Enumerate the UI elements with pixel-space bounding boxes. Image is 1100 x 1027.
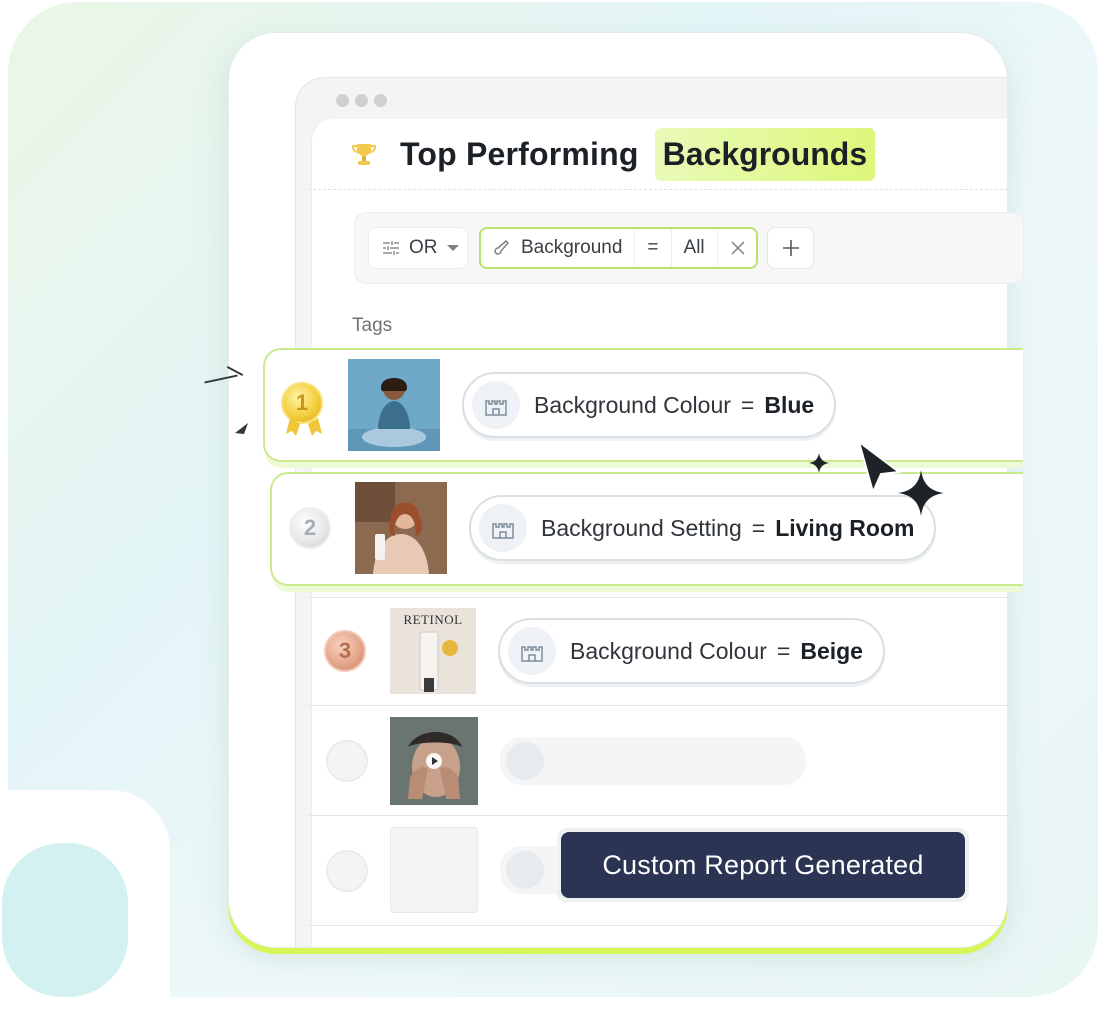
window-dot[interactable] <box>374 94 387 107</box>
close-icon <box>731 241 745 255</box>
tag-operator: = <box>740 391 755 418</box>
background-pill-decoration <box>2 843 128 997</box>
sparkle-small-icon <box>809 453 829 473</box>
tag-operator: = <box>776 637 791 664</box>
thumbnail-video[interactable] <box>390 717 478 805</box>
row-divider <box>308 925 1008 926</box>
loading-skeleton-dot <box>506 851 544 889</box>
tag-name: Background Colour <box>570 637 767 664</box>
rank-number: 2 <box>303 515 317 540</box>
play-icon[interactable] <box>426 753 442 769</box>
tag-value: Beige <box>800 637 863 664</box>
loading-skeleton-dot <box>506 742 544 780</box>
window-dot[interactable] <box>355 94 368 107</box>
logic-label: OR <box>409 237 438 258</box>
paintbrush-icon <box>494 239 510 255</box>
castle-icon <box>472 381 520 429</box>
rank-number: 3 <box>338 638 352 663</box>
filter-operator[interactable]: = <box>635 229 672 267</box>
window-dot[interactable] <box>336 94 349 107</box>
title-text: Top Performing <box>400 135 639 172</box>
row-divider <box>308 815 1008 816</box>
chevron-down-icon <box>446 245 459 251</box>
remove-filter-button[interactable] <box>718 229 758 267</box>
sliders-icon <box>383 241 399 255</box>
filter-field[interactable]: Background <box>481 229 636 267</box>
thumbnail-retinol-product[interactable]: RETINOL <box>390 608 476 694</box>
add-filter-button[interactable] <box>767 227 814 269</box>
tag-operator: = <box>751 514 766 541</box>
loading-skeleton <box>500 737 806 785</box>
filter-chip[interactable]: Background = All <box>479 227 758 269</box>
column-header-tags: Tags <box>352 315 393 336</box>
ribbon-icon <box>286 418 322 436</box>
report-toast[interactable]: Custom Report Generated <box>557 828 969 902</box>
silver-medal-icon: 2 <box>289 507 331 549</box>
tag-value: Living Room <box>775 514 915 541</box>
row-divider <box>308 597 1008 598</box>
toast-message: Custom Report Generated <box>561 832 965 898</box>
castle-icon <box>508 627 556 675</box>
image-placeholder <box>419 631 458 692</box>
bronze-medal-icon: 3 <box>324 630 366 672</box>
thumbnail-placeholder <box>390 827 478 913</box>
rank-placeholder <box>326 740 368 782</box>
thumbnail-yoga-woman[interactable] <box>348 359 440 451</box>
tag-name: Background Colour <box>534 391 731 418</box>
tag-value: Blue <box>764 391 815 418</box>
thumbnail-woman-product[interactable] <box>355 482 447 574</box>
trophy-icon <box>351 144 377 165</box>
rank-number: 1 <box>295 390 309 415</box>
logic-dropdown[interactable]: OR <box>368 227 468 269</box>
emphasis-arrow-icon <box>235 423 248 434</box>
rank-placeholder <box>326 850 368 892</box>
page-title: Top Performing Backgrounds <box>350 126 876 182</box>
castle-icon <box>479 504 527 552</box>
row-divider <box>308 705 1008 706</box>
sparkle-icon <box>898 470 944 516</box>
tag-chip[interactable]: Background Colour = Blue <box>462 372 837 438</box>
title-highlight: Backgrounds <box>654 127 876 181</box>
tag-name: Background Setting <box>541 514 742 541</box>
image-placeholder <box>355 482 447 574</box>
filter-value[interactable]: All <box>672 229 718 267</box>
image-placeholder <box>348 359 440 451</box>
plus-icon <box>782 240 799 256</box>
window-controls <box>336 94 387 107</box>
title-divider <box>308 189 1008 190</box>
tag-chip[interactable]: Background Colour = Beige <box>498 618 885 684</box>
tag-chip[interactable]: Background Setting = Living Room <box>469 495 937 561</box>
filter-field-label: Background <box>521 237 623 258</box>
